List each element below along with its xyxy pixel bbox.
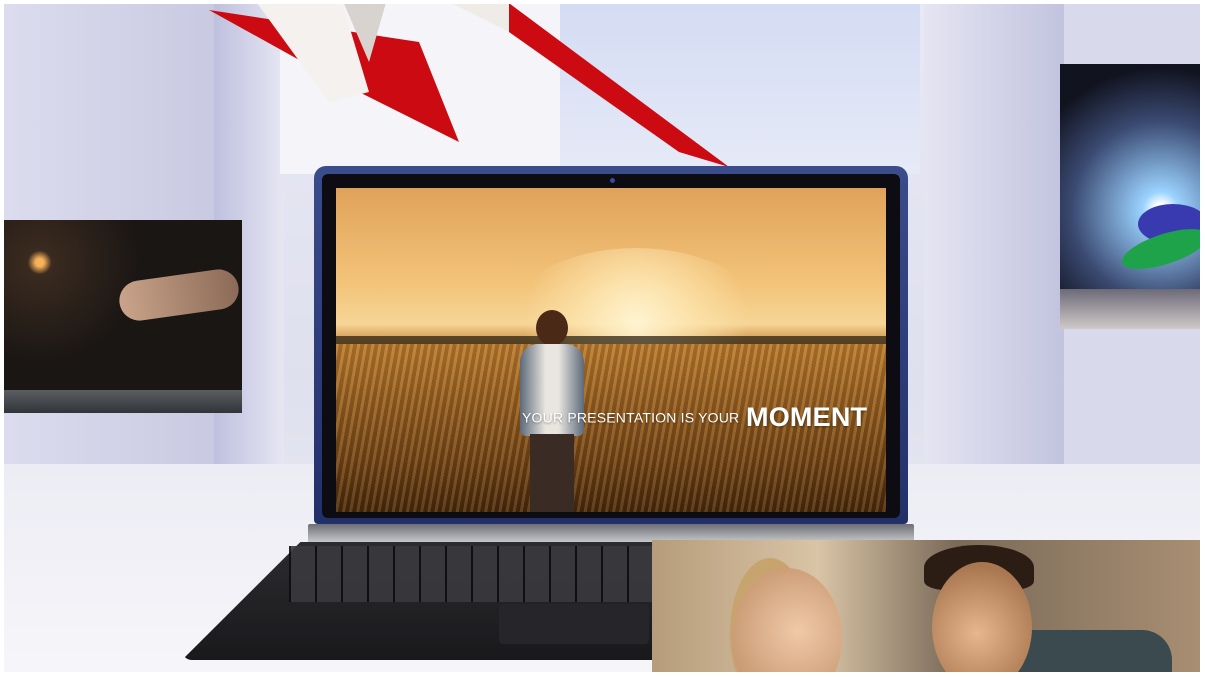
photo-table-edge [4, 390, 242, 413]
laptop-lid: YOUR PRESENTATION IS YOUR MOMENT [314, 166, 908, 524]
slide-caption-lead: YOUR PRESENTATION IS YOUR [522, 409, 740, 426]
slide-child-head [536, 310, 568, 346]
paper-airplane-icon [209, 4, 729, 167]
photo-hand [116, 266, 242, 324]
slide-child-legs [530, 434, 574, 512]
webcam-icon [610, 178, 615, 183]
slide-treeline [336, 336, 886, 344]
photo-city-night-lights [1060, 64, 1200, 329]
slide-caption: YOUR PRESENTATION IS YOUR MOMENT [522, 402, 867, 433]
photo-smiling-couple [652, 540, 1200, 672]
laptop-bezel: YOUR PRESENTATION IS YOUR MOMENT [322, 174, 900, 518]
presentation-promo-scene: YOUR PRESENTATION IS YOUR MOMENT [4, 4, 1200, 672]
photo-hands-on-table [4, 220, 242, 413]
right-pillar-side [924, 4, 1064, 474]
photo-road [1060, 289, 1200, 329]
slide-caption-emphasis: MOMENT [746, 402, 868, 432]
laptop-keyboard [289, 546, 669, 602]
laptop-touchpad [499, 604, 649, 644]
laptop-screen-slide: YOUR PRESENTATION IS YOUR MOMENT [336, 188, 886, 512]
